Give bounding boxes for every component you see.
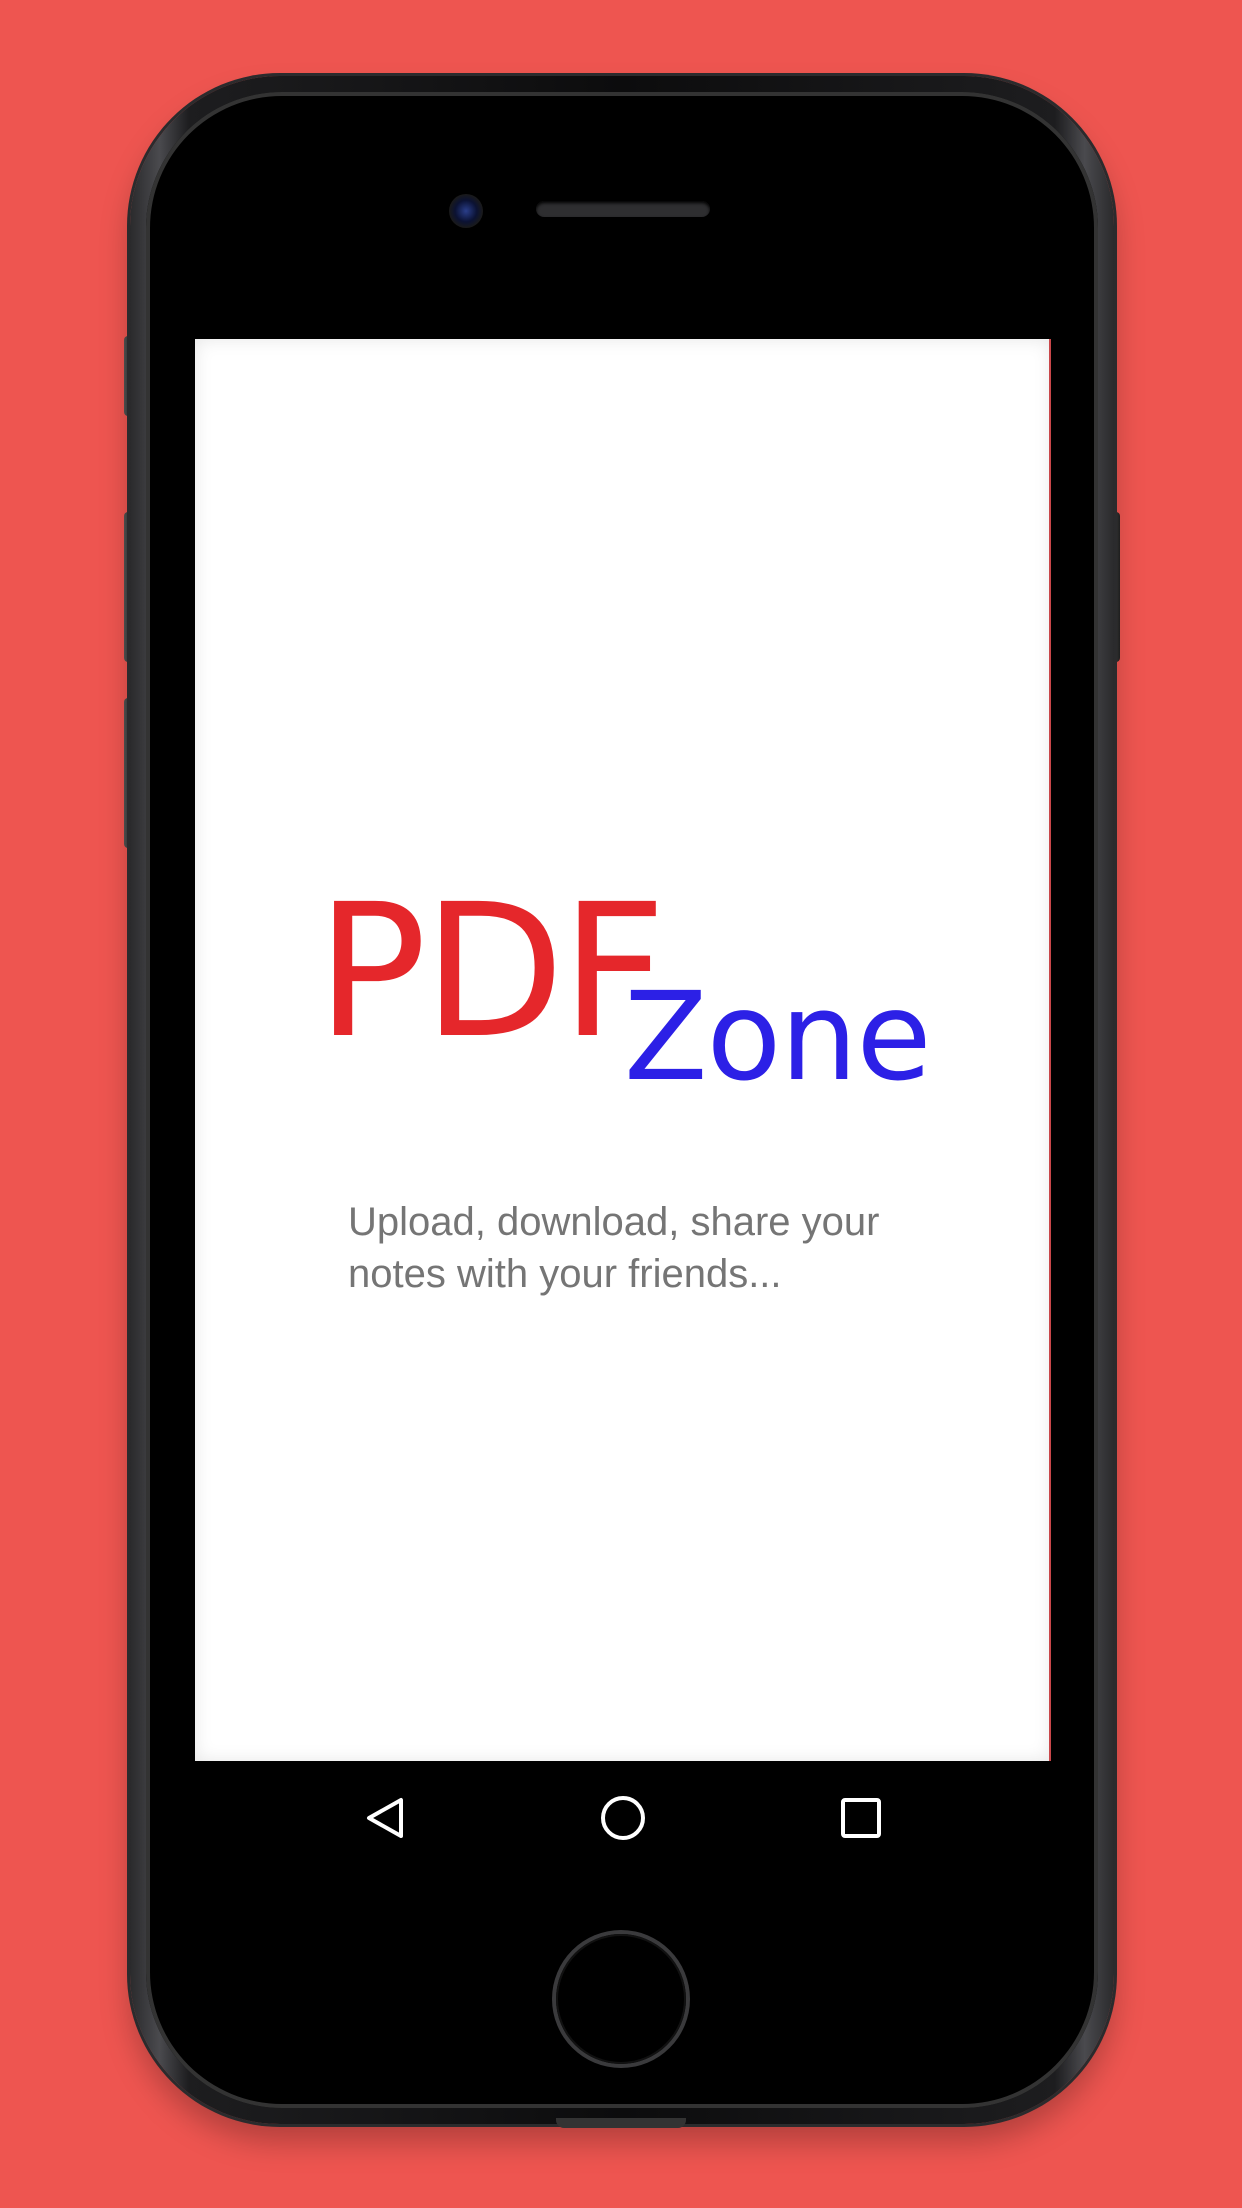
triangle-back-icon	[367, 1798, 403, 1838]
earpiece-speaker	[536, 201, 710, 217]
circle-home-icon	[601, 1796, 645, 1840]
front-camera	[449, 194, 483, 228]
home-nav-button[interactable]	[563, 1761, 683, 1875]
app-logo: PDF Zone	[316, 880, 936, 1100]
square-recents-icon	[841, 1798, 881, 1838]
screen-edge-line	[1049, 339, 1051, 1875]
logo-pdf-text: PDF	[316, 865, 666, 1079]
back-button[interactable]	[325, 1761, 445, 1875]
physical-home-button[interactable]	[556, 1934, 686, 2064]
recents-button[interactable]	[801, 1761, 921, 1875]
logo-zone-text: Zone	[624, 966, 932, 1108]
app-tagline: Upload, download, share your notes with …	[348, 1200, 880, 1296]
android-navigation-bar	[195, 1761, 1051, 1875]
device-mockup-stage: PDF Zone Upload, download, share your no…	[0, 0, 1242, 2208]
bottom-port	[556, 2118, 686, 2128]
